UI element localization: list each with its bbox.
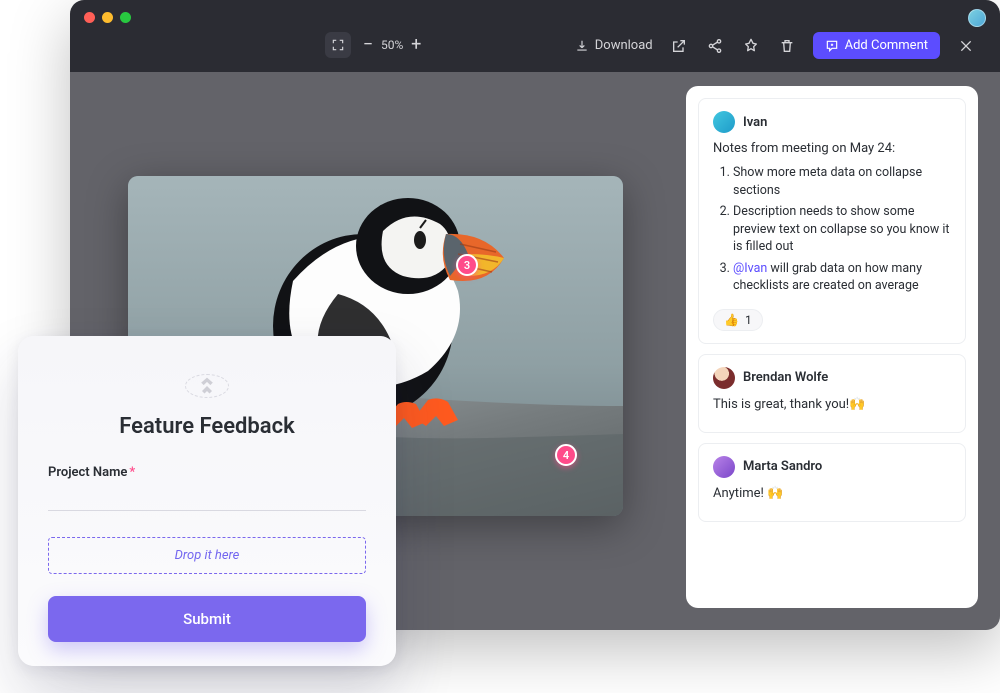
fullscreen-button[interactable] bbox=[325, 32, 351, 58]
expand-icon bbox=[331, 38, 345, 52]
delete-button[interactable] bbox=[777, 36, 797, 56]
comment-list: Show more meta data on collapse sections… bbox=[713, 164, 951, 295]
comments-panel: Ivan Notes from meeting on May 24: Show … bbox=[686, 86, 978, 608]
avatar bbox=[713, 111, 735, 133]
window-maximize-icon[interactable] bbox=[120, 12, 131, 23]
share-button[interactable] bbox=[705, 36, 725, 56]
reaction-emoji: 👍 bbox=[724, 313, 739, 327]
clickup-icon bbox=[197, 376, 217, 396]
trash-icon bbox=[779, 38, 795, 54]
file-dropzone[interactable]: Drop it here bbox=[48, 537, 366, 574]
close-icon bbox=[958, 38, 974, 54]
download-label: Download bbox=[595, 38, 653, 53]
project-name-input[interactable] bbox=[48, 480, 366, 511]
pin-number: 3 bbox=[464, 259, 470, 272]
feedback-form: Feature Feedback Project Name* Drop it h… bbox=[18, 336, 396, 666]
reaction-count: 1 bbox=[745, 313, 752, 327]
open-external-button[interactable] bbox=[669, 36, 689, 56]
comment-plus-icon bbox=[825, 39, 839, 53]
mention[interactable]: @Ivan bbox=[733, 261, 767, 276]
zoom-controls: − 50% + bbox=[325, 32, 423, 58]
download-button[interactable]: Download bbox=[575, 38, 653, 53]
download-icon bbox=[575, 39, 589, 53]
comment-text: This is great, thank you!🙌 bbox=[713, 397, 951, 412]
comment-text: Anytime! 🙌 bbox=[713, 486, 951, 501]
avatar bbox=[713, 367, 735, 389]
zoom-in-button[interactable]: + bbox=[409, 38, 423, 52]
form-logo bbox=[185, 374, 229, 398]
comment-card[interactable]: Ivan Notes from meeting on May 24: Show … bbox=[698, 98, 966, 344]
window-controls bbox=[84, 12, 131, 23]
window-close-icon[interactable] bbox=[84, 12, 95, 23]
toolbar: Download Add Comment bbox=[575, 32, 976, 59]
zoom-level: 50% bbox=[381, 38, 403, 52]
submit-button[interactable]: Submit bbox=[48, 596, 366, 642]
pin-button[interactable] bbox=[741, 36, 761, 56]
window-minimize-icon[interactable] bbox=[102, 12, 113, 23]
external-link-icon bbox=[671, 38, 687, 54]
comment-list-item: @Ivan will grab data on how many checkli… bbox=[733, 260, 951, 295]
comment-intro: Notes from meeting on May 24: bbox=[713, 141, 951, 156]
project-name-label: Project Name* bbox=[48, 465, 366, 480]
comment-author: Marta Sandro bbox=[743, 459, 822, 474]
pin-number: 4 bbox=[563, 449, 569, 462]
zoom-out-button[interactable]: − bbox=[361, 38, 375, 52]
user-avatar[interactable] bbox=[968, 9, 986, 27]
annotation-pin[interactable]: 3 bbox=[456, 254, 478, 276]
required-mark: * bbox=[129, 465, 135, 480]
add-comment-label: Add Comment bbox=[845, 38, 928, 53]
comment-card[interactable]: Marta Sandro Anytime! 🙌 bbox=[698, 443, 966, 522]
add-comment-button[interactable]: Add Comment bbox=[813, 32, 940, 59]
comment-card[interactable]: Brendan Wolfe This is great, thank you!🙌 bbox=[698, 354, 966, 433]
comment-author: Brendan Wolfe bbox=[743, 370, 828, 385]
comment-list-item: Description needs to show some preview t… bbox=[733, 203, 951, 256]
avatar bbox=[713, 456, 735, 478]
share-icon bbox=[707, 38, 723, 54]
comment-author: Ivan bbox=[743, 115, 767, 130]
form-title: Feature Feedback bbox=[48, 414, 366, 439]
annotation-pin[interactable]: 4 bbox=[555, 444, 577, 466]
close-preview-button[interactable] bbox=[956, 36, 976, 56]
reaction-pill[interactable]: 👍 1 bbox=[713, 309, 763, 331]
pin-icon bbox=[743, 38, 759, 54]
comment-list-item: Show more meta data on collapse sections bbox=[733, 164, 951, 199]
